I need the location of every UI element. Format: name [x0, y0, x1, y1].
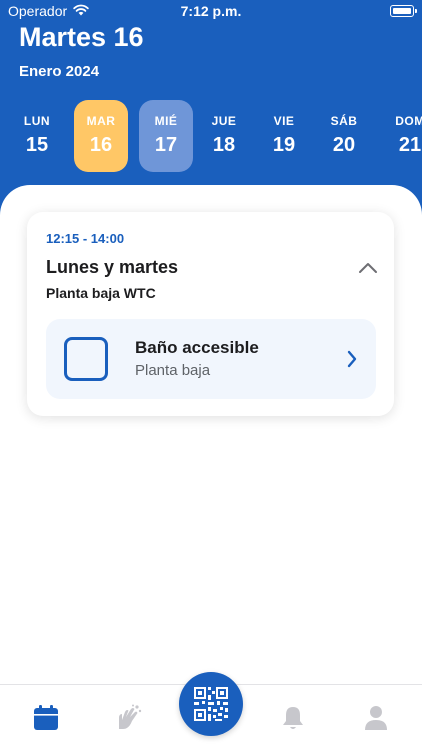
calendar-icon [34, 705, 58, 730]
month-label: Enero 2024 [19, 63, 100, 80]
qr-code-icon [194, 687, 228, 721]
day-name: SÁB [330, 114, 358, 128]
chevron-up-icon[interactable] [356, 258, 380, 278]
battery-icon [390, 5, 417, 17]
tab-notifications[interactable] [278, 703, 308, 733]
day-number: 16 [89, 134, 113, 156]
day-number: 18 [212, 134, 236, 156]
day-name: MIÉ [154, 114, 178, 128]
status-time: 7:12 p.m. [180, 3, 242, 19]
day-wednesday[interactable]: MIÉ 17 [139, 100, 193, 172]
shift-card[interactable]: 12:15 - 14:00 Lunes y martes Planta baja… [27, 212, 394, 416]
task-checkbox[interactable] [64, 337, 108, 381]
tab-cleaning[interactable] [113, 703, 143, 733]
day-number: 21 [398, 134, 422, 156]
task-title: Baño accesible [135, 338, 259, 357]
day-name: VIE [273, 114, 295, 128]
day-name: MAR [86, 114, 116, 128]
task-card[interactable]: Baño accesible Planta baja [46, 319, 376, 399]
task-subtitle: Planta baja [135, 362, 211, 379]
week-strip: LUN 15 MAR 16 MIÉ 17 JUE 18 VIE 19 SÁB 2… [0, 100, 422, 172]
day-number: 19 [272, 134, 296, 156]
day-name: LUN [23, 114, 51, 128]
day-saturday[interactable]: SÁB 20 [317, 100, 371, 172]
shift-location: Planta baja WTC [46, 285, 156, 301]
day-number: 20 [332, 134, 356, 156]
clean-hands-icon [119, 704, 142, 729]
day-tuesday[interactable]: MAR 16 [74, 100, 128, 172]
header: Operador 7:12 p.m. Martes 16 Enero 2024 … [0, 0, 422, 215]
day-monday[interactable]: LUN 15 [10, 100, 64, 172]
day-number: 17 [154, 134, 178, 156]
day-name: DOM [395, 114, 422, 128]
tab-calendar[interactable] [31, 703, 61, 733]
day-friday[interactable]: VIE 19 [257, 100, 311, 172]
shift-title: Lunes y martes [46, 257, 179, 277]
shift-time: 12:15 - 14:00 [46, 231, 125, 246]
person-icon [365, 706, 387, 730]
bell-icon [283, 707, 303, 729]
page-title: Martes 16 [19, 22, 144, 52]
qr-scan-button[interactable] [179, 672, 243, 736]
day-name: JUE [211, 114, 237, 128]
chevron-right-icon[interactable] [346, 349, 358, 369]
status-bar: Operador 7:12 p.m. [0, 0, 422, 24]
day-number: 15 [25, 134, 49, 156]
tab-profile[interactable] [361, 703, 391, 733]
day-sunday[interactable]: DOM 21 [383, 100, 422, 172]
day-thursday[interactable]: JUE 18 [197, 100, 251, 172]
